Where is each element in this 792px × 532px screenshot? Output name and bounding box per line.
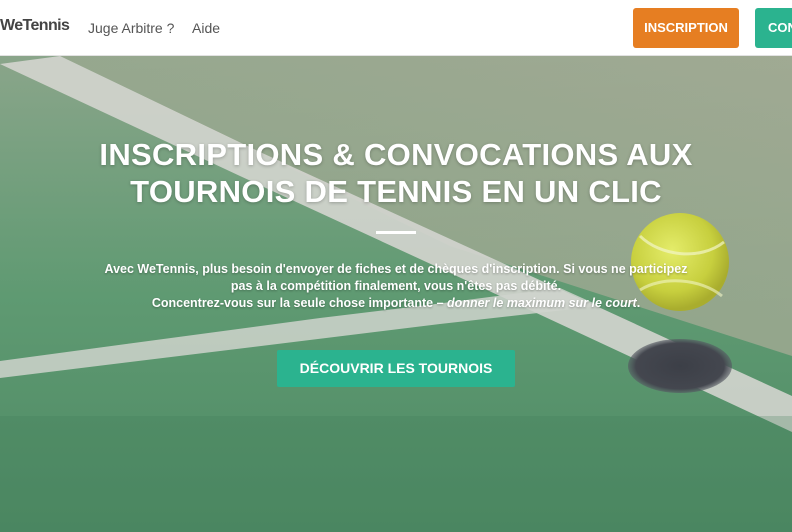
ball-shadow (628, 339, 732, 393)
hero-section: INSCRIPTIONS & CONVOCATIONS AUX TOURNOIS… (0, 56, 792, 532)
inscription-button[interactable]: INSCRIPTION (633, 8, 739, 48)
nav-link-aide[interactable]: Aide (192, 20, 220, 36)
hero-title-line-2: TOURNOIS DE TENNIS EN UN CLIC (130, 174, 662, 209)
hero-divider (376, 231, 416, 234)
discover-tournaments-button[interactable]: DÉCOUVRIR LES TOURNOIS (277, 350, 515, 387)
navbar: WeTennis Juge Arbitre ? Aide INSCRIPTION… (0, 0, 792, 56)
hero-description-emphasis: donner le maximum sur le court (447, 296, 637, 310)
hero-description-line-1: Avec WeTennis, plus besoin d'envoyer de … (104, 262, 688, 276)
nav-link-juge-arbitre[interactable]: Juge Arbitre ? (88, 20, 174, 36)
connexion-button[interactable]: CONNEXION (755, 8, 792, 48)
hero-description-line-3-text: Concentrez-vous sur la seule chose impor… (151, 296, 448, 310)
hero-description-line-3: Concentrez-vous sur la seule chose impor… (60, 295, 732, 312)
hero-title: INSCRIPTIONS & CONVOCATIONS AUX TOURNOIS… (0, 136, 792, 210)
brand-logo[interactable]: WeTennis (0, 17, 70, 35)
hero-description-line-3-end: . (636, 296, 641, 310)
hero-description-line-2: pas à la compétition finalement, vous n'… (230, 279, 562, 293)
hero-title-line-1: INSCRIPTIONS & CONVOCATIONS AUX (99, 137, 693, 172)
hero-description: Avec WeTennis, plus besoin d'envoyer de … (60, 261, 732, 312)
